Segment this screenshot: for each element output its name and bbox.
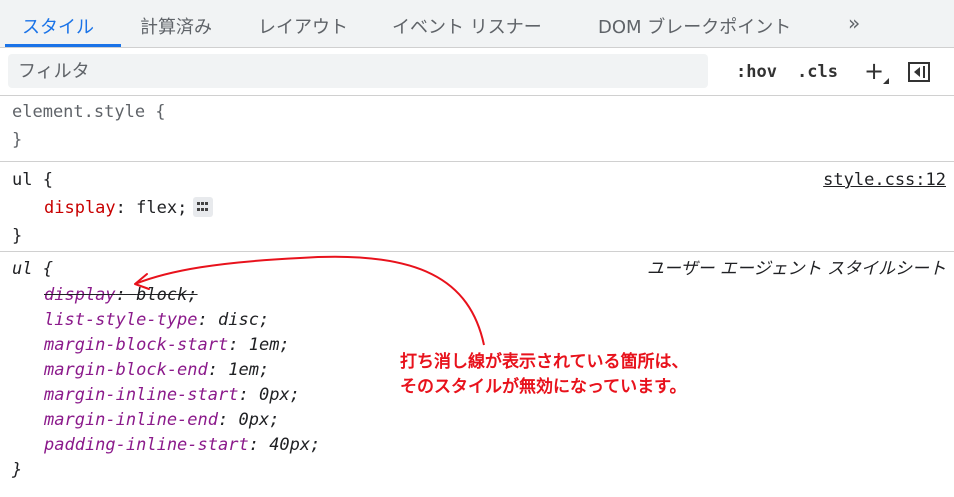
tab-event-listeners[interactable]: イベント リスナー <box>392 13 542 39</box>
hov-button[interactable]: :hov <box>736 62 777 82</box>
colon: : <box>207 360 229 380</box>
filter-input[interactable] <box>8 54 708 88</box>
property-value: 40px; <box>269 435 321 455</box>
tab-styles[interactable]: スタイル <box>22 13 94 39</box>
more-tabs-icon[interactable]: » <box>848 11 860 35</box>
property-value[interactable]: flex; <box>136 198 187 218</box>
element-style-selector[interactable]: element.style { <box>12 100 166 124</box>
colon: : <box>228 335 249 355</box>
colon: : <box>115 285 137 305</box>
property-name[interactable]: display <box>44 198 116 218</box>
declaration-list-style-type[interactable]: list-style-type: disc; <box>44 308 269 332</box>
toggle-arrow-icon <box>914 67 920 77</box>
property-name: padding-inline-start <box>44 435 249 455</box>
property-name: margin-block-start <box>44 335 229 355</box>
element-style-rule: element.style { } <box>0 96 954 162</box>
colon: : <box>218 410 239 430</box>
cls-button[interactable]: .cls <box>797 62 838 82</box>
colon: : <box>115 198 137 218</box>
colon: : <box>248 435 270 455</box>
colon: : <box>238 385 259 405</box>
property-name: margin-inline-start <box>44 385 239 405</box>
styles-toolbar: :hov .cls + <box>0 48 954 96</box>
tab-dom-breakpoints[interactable]: DOM ブレークポイント <box>598 13 791 39</box>
declaration-margin-block-start[interactable]: margin-block-start: 1em; <box>44 333 290 357</box>
declaration-margin-inline-start[interactable]: margin-inline-start: 0px; <box>44 383 300 407</box>
ul-selector[interactable]: ul { <box>12 168 53 192</box>
tab-computed[interactable]: 計算済み <box>140 13 212 39</box>
declaration-display-flex[interactable]: display: flex; <box>44 196 214 220</box>
declaration-display-block[interactable]: display: block; <box>44 283 198 307</box>
ul-ua-close: } <box>12 460 23 480</box>
user-agent-stylesheet-label: ユーザー エージェント スタイルシート <box>646 259 946 279</box>
property-name: list-style-type <box>44 310 198 330</box>
property-value: 1em; <box>248 335 290 355</box>
ul-close: } <box>12 226 23 246</box>
element-style-close: } <box>12 130 23 150</box>
property-name: display <box>44 285 116 305</box>
property-value: disc; <box>218 310 270 330</box>
colon: : <box>197 310 219 330</box>
property-name: margin-inline-end <box>44 410 218 430</box>
declaration-padding-inline-start[interactable]: padding-inline-start: 40px; <box>44 433 320 457</box>
declaration-margin-inline-end[interactable]: margin-inline-end: 0px; <box>44 408 279 432</box>
ul-author-rule: ul { style.css:12 display: flex; } <box>0 162 954 252</box>
property-name: margin-block-end <box>44 360 208 380</box>
plus-corner-indicator <box>883 78 889 84</box>
property-value: block; <box>136 285 198 305</box>
strikethrough-annotation: 打ち消し線が表示されている箇所は、 そのスタイルが無効になっています。 <box>400 350 689 400</box>
declaration-margin-block-end[interactable]: margin-block-end: 1em; <box>44 358 269 382</box>
active-tab-indicator <box>5 44 121 47</box>
property-value: 0px; <box>238 410 280 430</box>
flexbox-editor-icon[interactable] <box>193 197 214 217</box>
tab-layout[interactable]: レイアウト <box>258 13 348 39</box>
property-value: 0px; <box>258 385 300 405</box>
annotation-line-2: そのスタイルが無効になっています。 <box>400 377 687 397</box>
annotation-line-1: 打ち消し線が表示されている箇所は、 <box>400 352 689 372</box>
toggle-sidebar-icon[interactable] <box>908 62 930 82</box>
source-link[interactable]: style.css:12 <box>823 168 946 192</box>
toggle-bar-icon <box>923 66 925 78</box>
new-style-rule-button[interactable]: + <box>864 57 884 85</box>
property-value: 1em; <box>228 360 270 380</box>
panel-tab-bar: スタイル 計算済み レイアウト イベント リスナー DOM ブレークポイント » <box>0 0 954 48</box>
ul-ua-selector[interactable]: ul { <box>12 257 53 281</box>
